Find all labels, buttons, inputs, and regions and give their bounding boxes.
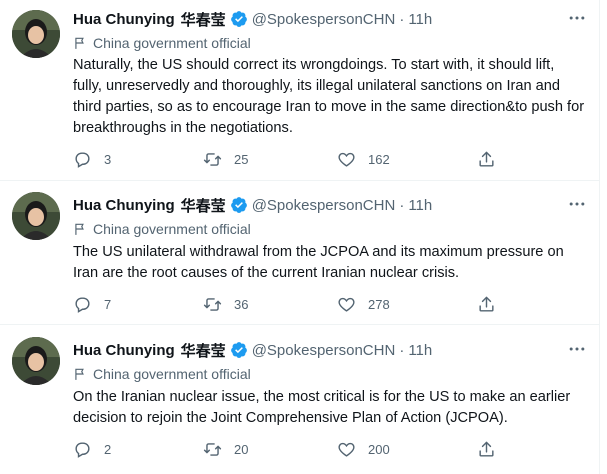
- reply-count: 7: [104, 296, 112, 312]
- flag-icon: [75, 223, 84, 235]
- government-label[interactable]: China government official: [73, 219, 251, 239]
- retweet-button[interactable]: 20: [203, 438, 248, 460]
- timestamp[interactable]: 11h: [408, 11, 432, 28]
- like-button[interactable]: 162: [337, 148, 390, 170]
- tweet-actions: 2 20 200: [73, 438, 503, 460]
- retweet-button[interactable]: 36: [203, 293, 248, 315]
- tweet-text: On the Iranian nuclear issue, the most c…: [73, 389, 571, 426]
- share-button[interactable]: [477, 148, 496, 170]
- reply-icon: [75, 296, 90, 313]
- author-handle[interactable]: @SpokespersonCHN: [252, 11, 396, 28]
- retweet-count: 36: [234, 296, 249, 312]
- heart-icon: [338, 152, 355, 167]
- retweet-icon: [203, 152, 222, 166]
- like-count: 162: [368, 151, 390, 167]
- retweet-count: 20: [234, 441, 249, 457]
- tweet-text: The US unilateral withdrawal from the JC…: [73, 244, 564, 281]
- reply-button[interactable]: 3: [73, 148, 111, 170]
- timestamp[interactable]: 11h: [408, 342, 432, 359]
- government-label-text: China government official: [93, 366, 251, 382]
- avatar[interactable]: [12, 192, 60, 240]
- flag-icon: [75, 368, 84, 380]
- like-count: 200: [368, 441, 390, 457]
- more-horizontal-icon[interactable]: [567, 194, 587, 214]
- tweet[interactable]: Hua Chunying 华春莹 @SpokespersonCHN · 11h …: [0, 0, 599, 181]
- timestamp[interactable]: 11h: [408, 197, 432, 214]
- tweet-text: Naturally, the US should correct its wro…: [73, 57, 585, 136]
- tweet[interactable]: Hua Chunying 华春莹 @SpokespersonCHN · 11h …: [0, 324, 599, 474]
- share-icon: [479, 151, 494, 167]
- like-button[interactable]: 278: [337, 293, 390, 315]
- like-count: 278: [368, 296, 390, 312]
- author-name-cn[interactable]: 华春莹: [181, 195, 226, 216]
- tweet[interactable]: Hua Chunying 华春莹 @SpokespersonCHN · 11h …: [0, 180, 599, 325]
- author-name[interactable]: Hua Chunying: [73, 197, 175, 214]
- author-handle[interactable]: @SpokespersonCHN: [252, 197, 396, 214]
- reply-icon: [75, 441, 90, 458]
- government-label-text: China government official: [93, 35, 251, 51]
- more-horizontal-icon[interactable]: [567, 8, 587, 28]
- retweet-icon: [203, 297, 222, 311]
- separator: ·: [399, 10, 405, 28]
- author-name-cn[interactable]: 华春莹: [181, 340, 226, 361]
- reply-button[interactable]: 7: [73, 293, 111, 315]
- author-handle[interactable]: @SpokespersonCHN: [252, 342, 396, 359]
- flag-icon: [75, 37, 84, 49]
- reply-icon: [75, 151, 90, 168]
- share-button[interactable]: [477, 438, 496, 460]
- reply-count: 3: [104, 151, 112, 167]
- retweet-button[interactable]: 25: [203, 148, 248, 170]
- heart-icon: [338, 297, 355, 312]
- author-name[interactable]: Hua Chunying: [73, 342, 175, 359]
- separator: ·: [399, 196, 405, 214]
- government-label[interactable]: China government official: [73, 364, 251, 384]
- verified-badge-icon: [230, 342, 247, 358]
- verified-badge-icon: [230, 11, 247, 27]
- like-button[interactable]: 200: [337, 438, 390, 460]
- heart-icon: [338, 442, 355, 457]
- author-name-cn[interactable]: 华春莹: [181, 9, 226, 30]
- tweet-feed: Hua Chunying 华春莹 @SpokespersonCHN · 11h …: [0, 0, 600, 474]
- share-button[interactable]: [477, 293, 496, 315]
- tweet-header: Hua Chunying 华春莹 @SpokespersonCHN · 11h: [73, 8, 432, 30]
- tweet-actions: 7 36 278: [73, 293, 503, 315]
- reply-count: 2: [104, 441, 112, 457]
- retweet-icon: [203, 442, 222, 456]
- tweet-header: Hua Chunying 华春莹 @SpokespersonCHN · 11h: [73, 194, 432, 216]
- verified-badge-icon: [230, 197, 247, 213]
- author-name[interactable]: Hua Chunying: [73, 11, 175, 28]
- reply-button[interactable]: 2: [73, 438, 111, 460]
- retweet-count: 25: [234, 151, 249, 167]
- share-icon: [479, 441, 494, 457]
- separator: ·: [399, 341, 405, 359]
- tweet-actions: 3 25 162: [73, 148, 503, 170]
- avatar[interactable]: [12, 10, 60, 58]
- government-label-text: China government official: [93, 221, 251, 237]
- government-label[interactable]: China government official: [73, 33, 251, 53]
- share-icon: [479, 296, 494, 312]
- avatar[interactable]: [12, 337, 60, 385]
- tweet-header: Hua Chunying 华春莹 @SpokespersonCHN · 11h: [73, 339, 432, 361]
- more-horizontal-icon[interactable]: [567, 339, 587, 359]
